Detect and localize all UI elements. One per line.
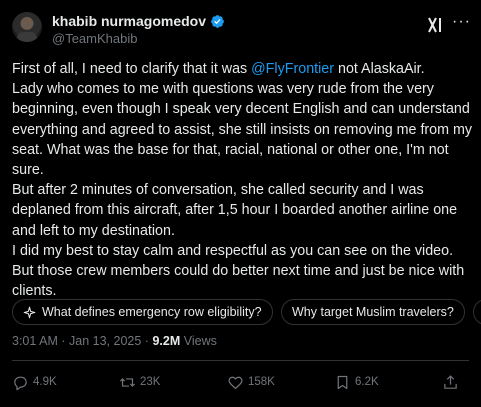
- tweet-text: First of all, I need to clarify that it …: [12, 59, 474, 301]
- tweet-text-body: not AlaskaAir. Lady who comes to me with…: [12, 61, 473, 300]
- reply-button[interactable]: 4.9K: [12, 370, 57, 394]
- suggestion-chip[interactable]: Why target Muslim travelers?: [281, 299, 465, 325]
- avatar[interactable]: [12, 12, 42, 42]
- grok-icon[interactable]: [425, 15, 445, 35]
- bookmark-button[interactable]: 6.2K: [334, 370, 379, 394]
- suggestion-chip[interactable]: What defines emergency row eligibility?: [12, 299, 273, 325]
- like-icon: [228, 376, 243, 389]
- meta-separator: ·: [61, 334, 66, 348]
- bookmark-icon: [337, 375, 348, 389]
- suggestion-chip-overflow[interactable]: [473, 299, 481, 325]
- tweet-date[interactable]: Jan 13, 2025: [69, 334, 141, 348]
- like-button[interactable]: 158K: [227, 370, 275, 394]
- suggestion-chip-label: Why target Muslim travelers?: [292, 305, 454, 319]
- repost-icon: [119, 377, 136, 387]
- author-display-name[interactable]: khabib nurmagomedov: [52, 13, 206, 29]
- tweet-time[interactable]: 3:01 AM: [12, 334, 58, 348]
- tweet-meta: 3:01 AM · Jan 13, 2025 · 9.2M Views: [12, 334, 217, 348]
- divider: [12, 360, 469, 361]
- bookmark-count: 6.2K: [355, 376, 379, 388]
- mention-link[interactable]: @FlyFrontier: [251, 61, 334, 77]
- share-icon: [444, 374, 457, 389]
- verified-badge-icon: [211, 14, 224, 28]
- views-label: Views: [183, 334, 217, 348]
- repost-button[interactable]: 23K: [119, 370, 160, 394]
- repost-count: 23K: [140, 376, 161, 388]
- sparkle-icon: [23, 306, 36, 318]
- views-count: 9.2M: [152, 334, 181, 348]
- suggested-questions: What defines emergency row eligibility? …: [12, 299, 481, 325]
- action-bar: 4.9K 23K 158K 6.2K: [12, 370, 470, 394]
- author-name-row: khabib nurmagomedov: [52, 13, 225, 29]
- reply-icon: [14, 376, 27, 390]
- suggestion-chip-label: What defines emergency row eligibility?: [42, 305, 262, 319]
- more-icon[interactable]: ···: [452, 13, 471, 31]
- tweet-text-intro: First of all, I need to clarify that it …: [12, 61, 252, 77]
- meta-separator: ·: [144, 334, 149, 348]
- author-handle[interactable]: @TeamKhabib: [52, 31, 137, 46]
- like-count: 158K: [248, 376, 275, 388]
- tweet-card: khabib nurmagomedov @TeamKhabib ··· Firs…: [0, 0, 481, 407]
- reply-count: 4.9K: [33, 376, 57, 388]
- share-button[interactable]: [442, 370, 459, 394]
